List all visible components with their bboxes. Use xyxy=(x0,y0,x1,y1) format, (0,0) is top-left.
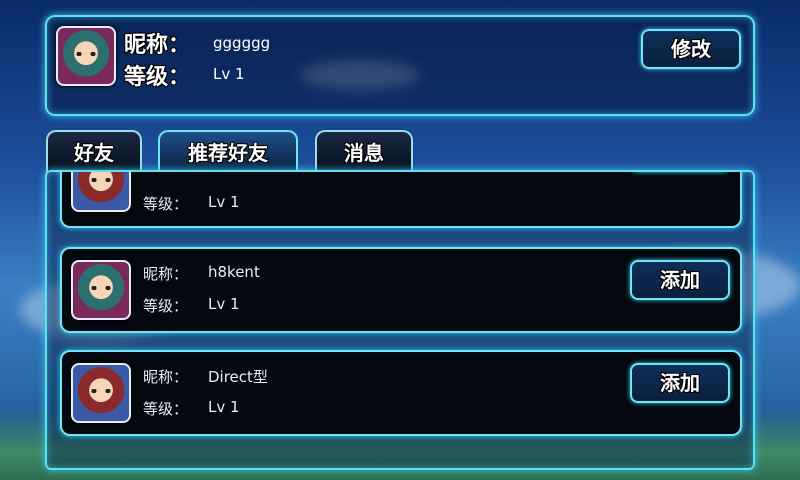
profile-nickname-value: gggggg xyxy=(213,34,271,52)
profile-level-label: 等级： xyxy=(124,64,191,90)
friend-avatar xyxy=(71,172,131,212)
friend-level-value: Lv 1 xyxy=(208,295,240,313)
friend-level-label: 等级： xyxy=(143,297,189,315)
profile-avatar xyxy=(56,26,116,86)
list-item: 等级： Lv 1 xyxy=(60,170,742,228)
tab-messages[interactable]: 消息 xyxy=(315,130,413,172)
add-friend-button[interactable] xyxy=(630,170,730,172)
friend-avatar xyxy=(71,260,131,320)
profile-nickname-label: 昵称： xyxy=(124,32,191,58)
friend-level-value: Lv 1 xyxy=(208,398,240,416)
friend-nickname-value: h8kent xyxy=(208,263,260,281)
tab-friends[interactable]: 好友 xyxy=(46,130,142,172)
friend-level-value: Lv 1 xyxy=(208,193,240,211)
add-friend-button[interactable]: 添加 xyxy=(630,260,730,300)
profile-level-value: Lv 1 xyxy=(213,65,245,83)
tab-recommended-friends[interactable]: 推荐好友 xyxy=(158,130,298,172)
friend-level-label: 等级： xyxy=(143,400,189,418)
profile-panel: 昵称： gggggg 等级： Lv 1 修改 xyxy=(45,15,755,116)
friend-level-label: 等级： xyxy=(143,195,189,213)
add-friend-button[interactable]: 添加 xyxy=(630,363,730,403)
edit-profile-button[interactable]: 修改 xyxy=(641,29,741,69)
list-item: 昵称： h8kent 等级： Lv 1 添加 xyxy=(60,247,742,333)
friend-list-panel: 等级： Lv 1 昵称： h8kent 等级： Lv 1 添加 昵称： Dire… xyxy=(45,170,755,470)
friend-nickname-label: 昵称： xyxy=(143,368,189,386)
friend-avatar xyxy=(71,363,131,423)
friend-nickname-value: Direct型 xyxy=(208,368,268,386)
list-item: 昵称： Direct型 等级： Lv 1 添加 xyxy=(60,350,742,436)
friend-nickname-label: 昵称： xyxy=(143,265,189,283)
